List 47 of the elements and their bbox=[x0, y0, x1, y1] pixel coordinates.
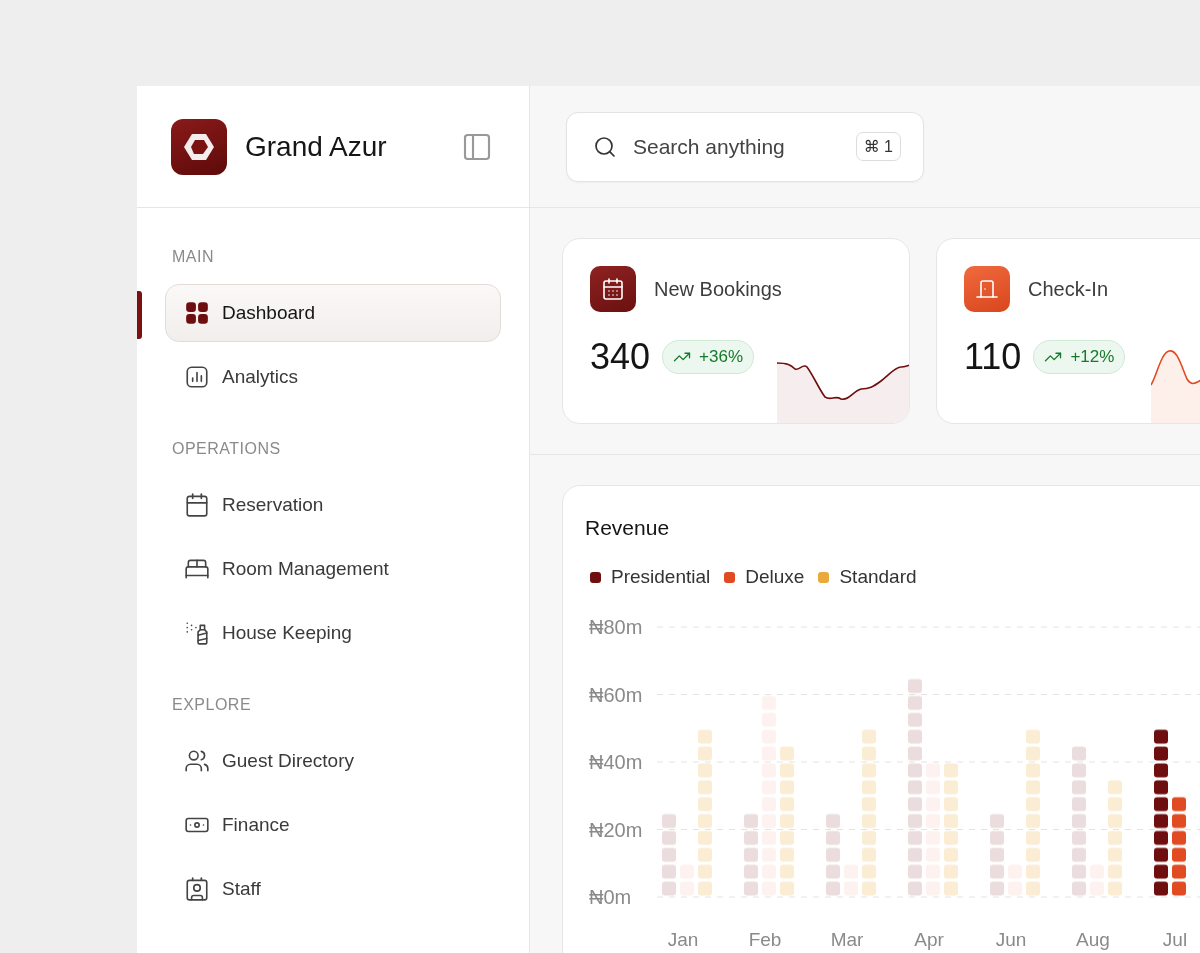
y-tick-label: ₦60m bbox=[589, 683, 643, 706]
spray-can-icon bbox=[184, 620, 210, 646]
sidebar-item[interactable]: Analytics bbox=[165, 348, 501, 406]
legend-label: Deluxe bbox=[745, 566, 805, 588]
sidebar-item[interactable]: House Keeping bbox=[165, 604, 501, 662]
y-tick-label: ₦20m bbox=[589, 818, 643, 841]
y-tick-label: ₦0m bbox=[589, 886, 632, 908]
stat-title: New Bookings bbox=[654, 277, 782, 301]
hexagon-logo-icon bbox=[183, 131, 215, 162]
stat-value: 110 bbox=[964, 336, 1022, 378]
sidebar-item[interactable]: Reservation bbox=[165, 476, 501, 534]
x-tick-label: Jun bbox=[995, 929, 1027, 950]
shortcut-key: ⌘ 1 bbox=[855, 132, 901, 161]
x-tick-label: Feb bbox=[748, 929, 782, 950]
calendar-icon bbox=[601, 277, 625, 301]
users-icon bbox=[184, 748, 210, 774]
contact-card-icon bbox=[184, 876, 210, 902]
bar-chart-icon bbox=[184, 364, 210, 390]
door-icon bbox=[975, 277, 999, 301]
section-label: EXPLORE bbox=[171, 696, 253, 714]
legend-label: Presidential bbox=[611, 566, 711, 588]
search-field[interactable]: Search anything ⌘ 1 bbox=[566, 111, 924, 182]
change-badge: +36% bbox=[662, 340, 755, 374]
card-title: Revenue bbox=[585, 516, 671, 540]
change-badge: +12% bbox=[1033, 340, 1126, 374]
active-indicator bbox=[137, 291, 142, 339]
x-tick-label: Aug bbox=[1076, 929, 1110, 950]
stat-value: 340 bbox=[590, 336, 651, 378]
x-tick-label: Mar bbox=[830, 929, 864, 950]
section-label: OPERATIONS bbox=[171, 440, 282, 458]
grid-icon bbox=[184, 300, 210, 326]
x-tick-label: Apr bbox=[914, 929, 944, 950]
y-tick-label: ₦80m bbox=[589, 616, 643, 638]
section-label: MAIN bbox=[171, 248, 215, 266]
x-tick-label: Jul bbox=[1162, 929, 1188, 950]
brand-name: Grand Azur bbox=[245, 130, 388, 163]
stat-title: Check-In bbox=[1028, 277, 1109, 301]
sidebar-item[interactable]: Staff bbox=[165, 860, 501, 918]
sidebar-item[interactable]: Guest Directory bbox=[165, 732, 501, 790]
x-tick-label: Jan bbox=[667, 929, 699, 950]
calendar-icon bbox=[184, 492, 210, 518]
sidebar-item[interactable]: Finance bbox=[165, 796, 501, 854]
search-input[interactable]: Search anything bbox=[631, 133, 842, 160]
search-icon bbox=[593, 134, 617, 159]
y-tick-label: ₦40m bbox=[589, 751, 643, 773]
sidebar-item[interactable]: Room Management bbox=[165, 540, 501, 598]
legend-label: Standard bbox=[839, 566, 917, 588]
